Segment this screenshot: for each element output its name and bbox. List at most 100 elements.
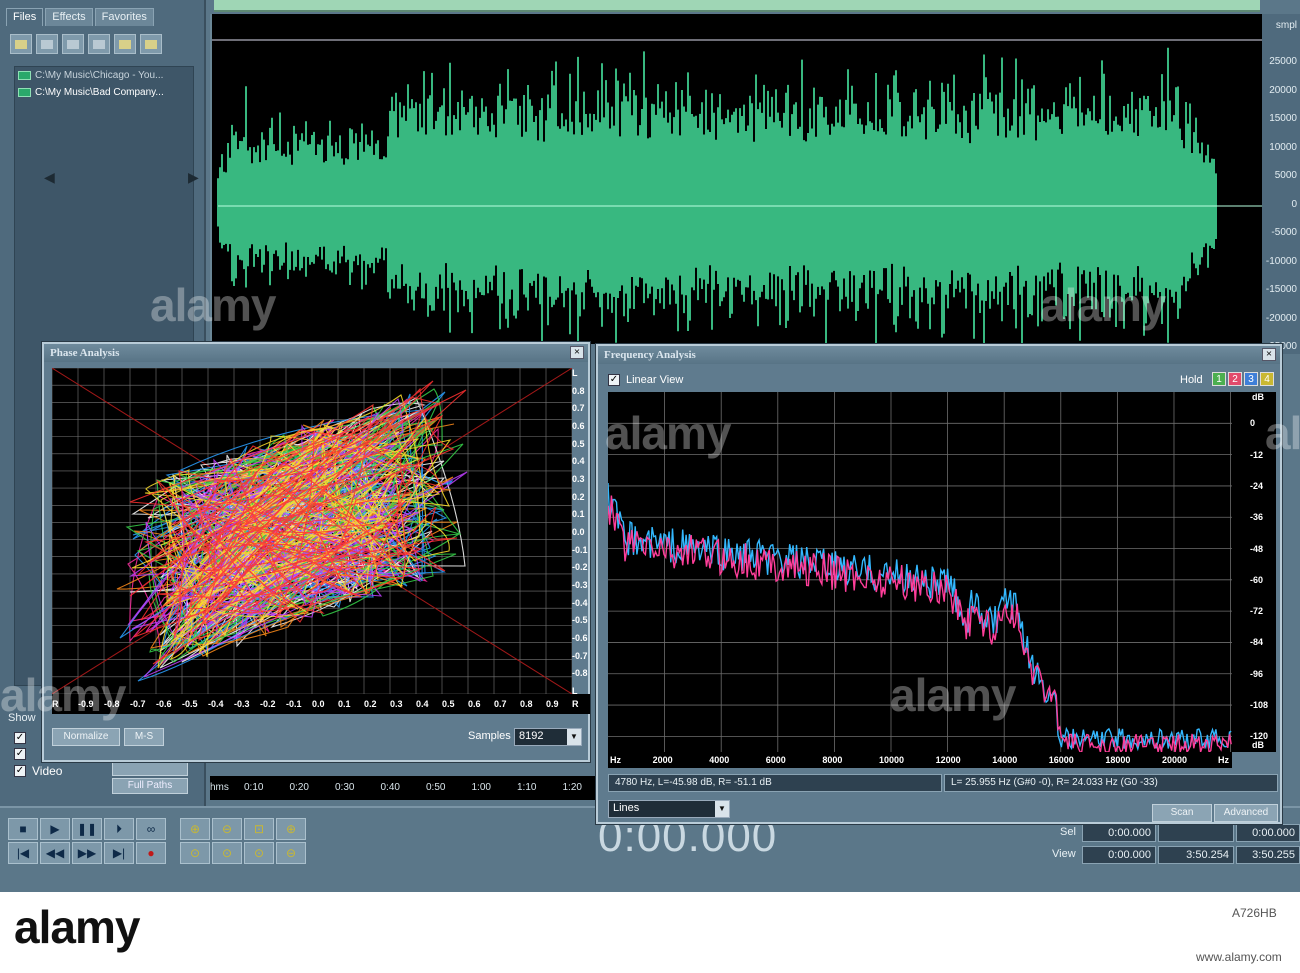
view-length[interactable]: 3:50.255 (1236, 846, 1300, 864)
hold-3-button[interactable]: 3 (1244, 372, 1258, 386)
phase-x-tick: -0.8 (104, 699, 120, 709)
insert-button[interactable] (62, 34, 84, 54)
close-icon[interactable]: × (1262, 348, 1276, 361)
phase-x-tick: 0.1 (338, 699, 351, 709)
audio-file-icon (18, 88, 31, 97)
freq-db-tick: -12 (1250, 449, 1264, 460)
tab-files[interactable]: Files (6, 8, 44, 26)
go-to-end-button[interactable]: ▶| (104, 842, 134, 864)
phase-y-tick: 0.4 (572, 456, 585, 467)
show-option-video[interactable]: ✓ Video (14, 764, 62, 778)
phase-y-tick: 0.6 (572, 421, 585, 431)
time-tick: 1:00 (471, 782, 491, 793)
freq-hz-tick: Hz (610, 755, 621, 765)
dialog-title[interactable]: Frequency Analysis × (598, 346, 1280, 364)
overview-bar[interactable] (214, 0, 1260, 12)
zoom-right-icon[interactable]: ⊙ (212, 842, 242, 864)
phase-x-tick: R (572, 699, 579, 709)
phase-y-tick: -0.2 (572, 562, 588, 573)
phase-x-tick: -0.2 (260, 699, 276, 709)
pause-button[interactable]: ❚❚ (72, 818, 102, 840)
zoom-out-icon[interactable]: ⊖ (212, 818, 242, 840)
phase-x-tick: -0.7 (130, 699, 146, 709)
amplitude-tick: -10000 (1265, 255, 1297, 267)
play-file-button[interactable] (88, 34, 110, 54)
freq-hz-tick: 4000 (709, 755, 730, 765)
hold-2-button[interactable]: 2 (1228, 372, 1242, 386)
sel-length[interactable]: 0:00.000 (1236, 824, 1300, 842)
help-button[interactable] (140, 34, 162, 54)
loop-button[interactable]: ∞ (136, 818, 166, 840)
fast-forward-button[interactable]: ▶▶ (72, 842, 102, 864)
list-item[interactable]: C:\My Music\Bad Company... (15, 84, 193, 101)
zoom-in-vertical-icon[interactable]: ⊕ (276, 818, 306, 840)
rewind-button[interactable]: ◀◀ (40, 842, 70, 864)
frequency-header: ✓ Linear View Hold 1 2 3 4 (606, 372, 1276, 390)
linear-view-checkbox[interactable]: ✓ (608, 374, 620, 386)
selection-view-panel: Sel View 0:00.000 0:00.000 0:00.000 3:50… (1040, 822, 1300, 870)
transport-controls: ■ ▶ ❚❚ ⏵ ∞ |◀ ◀◀ ▶▶ ▶| ● (8, 818, 166, 864)
checkbox[interactable]: ✓ (14, 765, 26, 777)
folder-icon (15, 39, 27, 49)
speaker-icon (119, 39, 131, 49)
time-tick: 1:20 (562, 782, 582, 793)
list-item[interactable]: C:\My Music\Chicago - You... (15, 67, 193, 84)
ms-button[interactable]: M-S (124, 728, 164, 746)
checkbox[interactable]: ✓ (14, 748, 26, 760)
autoplay-button[interactable] (114, 34, 136, 54)
phase-x-tick: -0.6 (156, 699, 172, 709)
panel-tabs: Files Effects Favorites (6, 8, 154, 26)
phase-y-scale: L 0.8 0.7 0.6 0.5 0.4 0.3 0.2 0.1 0.0 -0.1 -0.2 -0.3… (572, 368, 590, 696)
show-option-row[interactable]: ✓ (14, 748, 26, 760)
tab-favorites[interactable]: Favorites (94, 8, 154, 26)
full-paths-button[interactable]: Full Paths (112, 778, 188, 794)
show-option-row[interactable]: ✓ (14, 732, 26, 744)
waveform-trace (217, 47, 1217, 344)
view-end[interactable]: 3:50.254 (1158, 846, 1234, 864)
video-label: Video (32, 764, 63, 778)
scan-button[interactable]: Scan (1152, 804, 1212, 822)
advanced-button[interactable]: Advanced (1214, 804, 1278, 822)
phase-x-tick: -0.1 (286, 699, 302, 709)
view-label: View (1052, 848, 1076, 860)
tab-effects[interactable]: Effects (45, 8, 93, 26)
phase-x-tick: -0.3 (234, 699, 250, 709)
go-to-start-button[interactable]: |◀ (8, 842, 38, 864)
phase-y-tick: -0.6 (572, 633, 588, 643)
zoom-in-icon[interactable]: ⊕ (180, 818, 210, 840)
file-toolbar (10, 34, 162, 54)
record-button[interactable]: ● (136, 842, 166, 864)
phase-x-tick: 0.8 (520, 699, 533, 709)
open-file-button[interactable] (10, 34, 32, 54)
display-mode-select[interactable]: Lines ▼ (608, 800, 730, 818)
time-tick: 0:30 (335, 782, 355, 793)
view-begin[interactable]: 0:00.000 (1082, 846, 1156, 864)
hold-4-button[interactable]: 4 (1260, 372, 1274, 386)
sel-begin[interactable]: 0:00.000 (1082, 824, 1156, 842)
zoom-left-icon[interactable]: ⊙ (180, 842, 210, 864)
amplitude-tick: -5000 (1271, 227, 1297, 238)
dialog-title[interactable]: Phase Analysis × (44, 344, 588, 362)
stop-button[interactable]: ■ (8, 818, 38, 840)
zoom-out-vertical-icon[interactable]: ⊖ (276, 842, 306, 864)
time-tick: 0:50 (426, 782, 446, 793)
close-file-button[interactable] (36, 34, 58, 54)
play-to-end-button[interactable]: ⏵ (104, 818, 134, 840)
zoom-full-icon[interactable]: ⊡ (244, 818, 274, 840)
sel-end[interactable] (1158, 824, 1234, 842)
hold-1-button[interactable]: 1 (1212, 372, 1226, 386)
normalize-button[interactable]: Normalize (52, 728, 120, 746)
phase-scatter-plot (51, 367, 573, 695)
left-channel-spectrum (607, 495, 1232, 754)
checkbox[interactable]: ✓ (14, 732, 26, 744)
samples-select[interactable]: 8192 ▼ (514, 728, 582, 746)
phase-x-tick: -0.5 (182, 699, 198, 709)
waveform-svg (212, 39, 1264, 344)
amplitude-scale: smpl 25000 20000 15000 10000 5000 0 -5000 -1000… (1262, 14, 1300, 354)
play-button[interactable]: ▶ (40, 818, 70, 840)
waveform-display[interactable] (210, 14, 1264, 344)
option-button[interactable] (112, 760, 188, 776)
phase-y-tick: -0.4 (572, 597, 588, 608)
close-icon[interactable]: × (570, 346, 584, 359)
zoom-selection-icon[interactable]: ⊙ (244, 842, 274, 864)
